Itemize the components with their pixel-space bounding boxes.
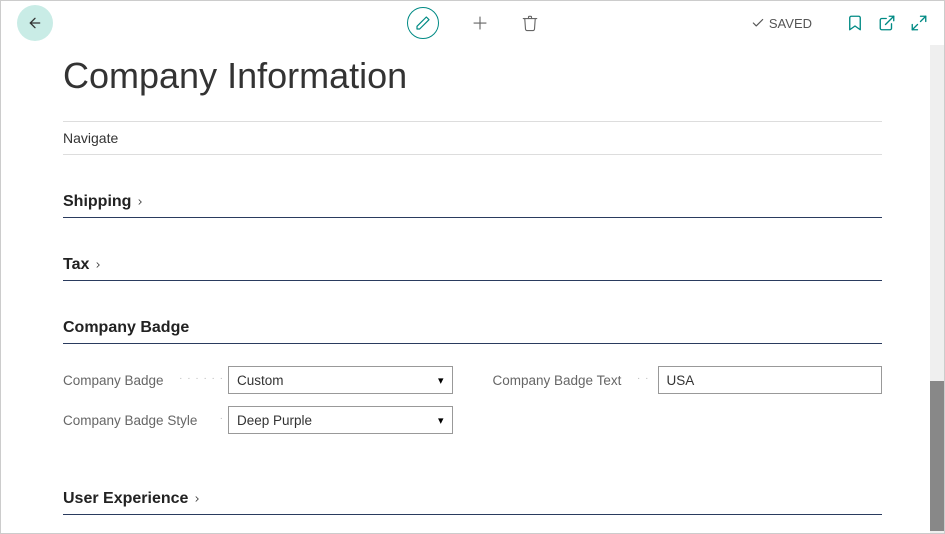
label-company-badge-style: Company Badge Style ·: [63, 413, 228, 428]
field-company-badge-style: Company Badge Style · Deep Purple: [63, 406, 453, 434]
toolbar-center-group: [407, 7, 539, 39]
chevron-right-icon: [192, 493, 202, 505]
popout-button[interactable]: [878, 14, 896, 32]
bookmark-button[interactable]: [846, 14, 864, 32]
field-company-badge: Company Badge · · · · · · Custom: [63, 366, 453, 394]
expand-button[interactable]: [910, 14, 928, 32]
section-tax[interactable]: Tax: [63, 248, 882, 281]
chevron-right-icon: [135, 196, 145, 208]
section-title-company-badge: Company Badge: [63, 319, 189, 337]
top-toolbar: SAVED: [1, 1, 944, 45]
section-shipping[interactable]: Shipping: [63, 185, 882, 218]
back-arrow-icon: [27, 15, 43, 31]
pencil-icon: [415, 15, 431, 31]
input-company-badge-text[interactable]: [658, 366, 883, 394]
page-content: Company Information Navigate Shipping Ta…: [1, 45, 944, 533]
delete-button[interactable]: [521, 14, 539, 32]
edit-button[interactable]: [407, 7, 439, 39]
bookmark-icon: [846, 14, 864, 32]
popout-icon: [878, 14, 896, 32]
navigate-menu[interactable]: Navigate: [63, 121, 882, 155]
section-company-badge[interactable]: Company Badge: [63, 311, 882, 344]
page-title: Company Information: [63, 55, 882, 97]
chevron-right-icon: [93, 259, 103, 271]
back-button[interactable]: [17, 5, 53, 41]
plus-icon: [471, 14, 489, 32]
check-icon: [751, 16, 765, 30]
label-company-badge-text: Company Badge Text · ·: [493, 373, 658, 388]
label-company-badge: Company Badge · · · · · ·: [63, 373, 228, 388]
toolbar-right-group: SAVED: [751, 14, 928, 32]
section-title-shipping: Shipping: [63, 193, 131, 211]
new-button[interactable]: [471, 14, 489, 32]
expand-icon: [910, 14, 928, 32]
section-title-tax: Tax: [63, 256, 89, 274]
select-company-badge-style[interactable]: Deep Purple: [228, 406, 453, 434]
company-badge-form: Company Badge · · · · · · Custom Company…: [63, 366, 882, 434]
field-company-badge-text: Company Badge Text · ·: [493, 366, 883, 394]
section-title-user-experience: User Experience: [63, 490, 188, 508]
saved-label: SAVED: [769, 16, 812, 31]
saved-indicator: SAVED: [751, 16, 812, 31]
trash-icon: [521, 14, 539, 32]
scrollbar-thumb[interactable]: [930, 381, 944, 531]
select-company-badge[interactable]: Custom: [228, 366, 453, 394]
section-user-experience[interactable]: User Experience: [63, 482, 882, 515]
